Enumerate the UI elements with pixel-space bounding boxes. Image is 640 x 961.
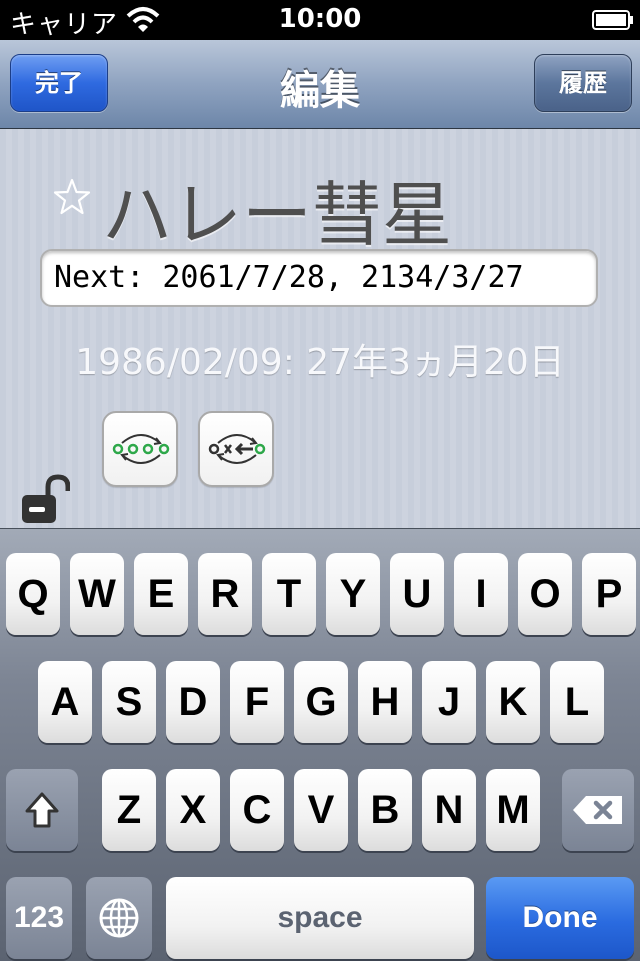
key-v[interactable]: V [294, 769, 348, 851]
globe-icon [99, 898, 139, 938]
key-k[interactable]: K [486, 661, 540, 743]
key-l[interactable]: L [550, 661, 604, 743]
key-j[interactable]: J [422, 661, 476, 743]
repeat-button[interactable] [102, 411, 178, 487]
status-bar: キャリア 10:00 [0, 0, 640, 40]
edit-content: ハレー彗星 Next: 2061/7/28, 2134/3/27 1986/02… [0, 129, 640, 528]
history-button[interactable]: 履歴 [534, 54, 632, 112]
carrier-label: キャリア [10, 10, 119, 40]
key-r[interactable]: R [198, 553, 252, 635]
numbers-key[interactable]: 123 [6, 877, 72, 959]
item-title[interactable]: ハレー彗星 [102, 159, 452, 260]
key-s[interactable]: S [102, 661, 156, 743]
return-key[interactable]: Done [486, 877, 634, 959]
key-i[interactable]: I [454, 553, 508, 635]
key-x[interactable]: X [166, 769, 220, 851]
star-outline-icon[interactable] [52, 177, 92, 217]
shift-arrow-icon [25, 792, 59, 828]
key-n[interactable]: N [422, 769, 476, 851]
key-g[interactable]: G [294, 661, 348, 743]
keyboard: Q W E R T Y U I O P A S D F G H J K L Z … [0, 528, 640, 961]
key-w[interactable]: W [70, 553, 124, 635]
key-c[interactable]: C [230, 769, 284, 851]
key-e[interactable]: E [134, 553, 188, 635]
shift-key[interactable] [6, 769, 78, 851]
key-d[interactable]: D [166, 661, 220, 743]
unlocked-padlock-icon[interactable] [20, 473, 70, 525]
key-z[interactable]: Z [102, 769, 156, 851]
key-t[interactable]: T [262, 553, 316, 635]
wifi-icon [126, 7, 160, 32]
back-arrow-loop-icon [208, 434, 266, 464]
globe-key[interactable] [86, 877, 152, 959]
key-b[interactable]: B [358, 769, 412, 851]
key-a[interactable]: A [38, 661, 92, 743]
backspace-icon [573, 796, 622, 824]
key-o[interactable]: O [518, 553, 572, 635]
navigation-bar: 完了 編集 履歴 [0, 40, 640, 129]
key-u[interactable]: U [390, 553, 444, 635]
battery-icon [592, 10, 633, 30]
delete-key[interactable] [562, 769, 634, 851]
repeat-loop-icon [112, 434, 170, 464]
key-m[interactable]: M [486, 769, 540, 851]
key-f[interactable]: F [230, 661, 284, 743]
elapsed-date-text: 1986/02/09: 27年3ヵ月20日 [75, 342, 565, 383]
key-p[interactable]: P [582, 553, 636, 635]
note-input[interactable]: Next: 2061/7/28, 2134/3/27 [40, 249, 598, 307]
key-y[interactable]: Y [326, 553, 380, 635]
key-q[interactable]: Q [6, 553, 60, 635]
key-h[interactable]: H [358, 661, 412, 743]
space-key[interactable]: space [166, 877, 474, 959]
back-loop-button[interactable] [198, 411, 274, 487]
